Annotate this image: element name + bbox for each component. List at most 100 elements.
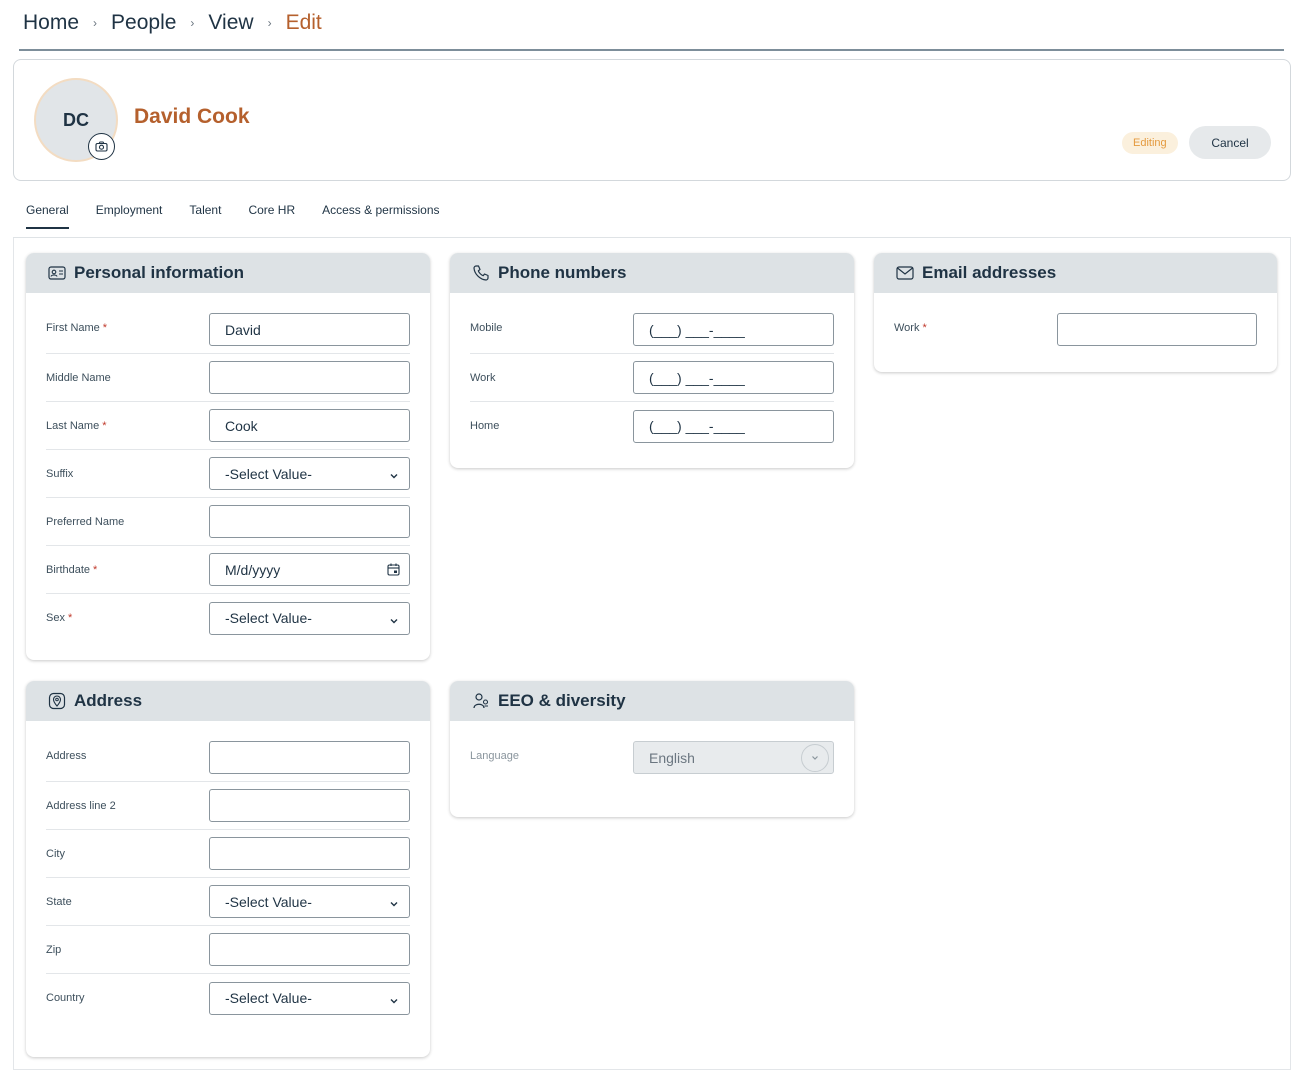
- panel-title: Address: [74, 691, 143, 710]
- birthdate-label: Birthdate: [46, 563, 91, 576]
- panel-title: Email addresses: [922, 263, 1057, 282]
- preferred-name-input[interactable]: [209, 505, 410, 538]
- work-phone-input[interactable]: (___) ___-____: [633, 361, 834, 394]
- breadcrumb-current: Edit: [285, 11, 322, 34]
- tab-employment[interactable]: Employment: [96, 203, 163, 229]
- required-marker: *: [67, 612, 73, 624]
- form-row: Address line 2: [46, 782, 410, 830]
- sex-label: Sex: [46, 612, 65, 624]
- last-name-input[interactable]: Cook: [209, 409, 410, 442]
- person-name: David Cook: [134, 105, 250, 128]
- select-value: English: [649, 749, 695, 766]
- form-row: State -Select Value-: [46, 878, 410, 926]
- zip-label: Zip: [46, 943, 62, 956]
- camera-icon: [95, 141, 108, 152]
- breadcrumb-home[interactable]: Home: [23, 11, 79, 35]
- tab-core-hr[interactable]: Core HR: [248, 203, 295, 229]
- first-name-input[interactable]: David: [209, 313, 410, 346]
- breadcrumb-separator: ›: [190, 16, 195, 30]
- form-row: Work *: [894, 313, 1257, 354]
- calendar-icon[interactable]: [387, 563, 400, 579]
- breadcrumb-people[interactable]: People: [111, 11, 176, 35]
- language-select: English: [633, 741, 834, 774]
- phone-icon: [471, 263, 491, 283]
- panel-header: Email addresses: [874, 253, 1277, 293]
- birthdate-input[interactable]: M/d/yyyy: [209, 553, 410, 586]
- field-label: Last Name *: [46, 420, 209, 432]
- breadcrumb-separator: ›: [93, 16, 98, 30]
- panel-header: EEO & diversity: [450, 681, 854, 721]
- tab-access-permissions[interactable]: Access & permissions: [322, 203, 439, 229]
- select-value: -Select Value-: [225, 990, 312, 1006]
- chevron-down-icon: [801, 744, 829, 772]
- work-email-input[interactable]: [1057, 313, 1257, 346]
- status-badge: Editing: [1122, 132, 1178, 154]
- profile-header: DC David Cook Editing Cancel: [13, 59, 1291, 181]
- chevron-down-icon: [389, 896, 399, 912]
- email-addresses-panel: Email addresses Work *: [874, 253, 1277, 372]
- cancel-button[interactable]: Cancel: [1189, 126, 1271, 159]
- mobile-phone-input[interactable]: (___) ___-____: [633, 313, 834, 346]
- form-row: Middle Name: [46, 354, 410, 402]
- state-select[interactable]: -Select Value-: [209, 885, 410, 918]
- form-row: Preferred Name: [46, 498, 410, 546]
- avatar-initials: DC: [63, 109, 89, 130]
- home-phone-input[interactable]: (___) ___-____: [633, 409, 834, 443]
- map-pin-icon: [47, 691, 67, 711]
- breadcrumb-separator: ›: [267, 16, 272, 30]
- form-row: Home (___) ___-____: [470, 402, 834, 450]
- form-row: Country -Select Value-: [46, 974, 410, 1022]
- field-label: Sex *: [46, 612, 209, 624]
- form-row: Address: [46, 741, 410, 782]
- address-line-2-label: Address line 2: [46, 799, 116, 812]
- chevron-down-icon: [389, 993, 399, 1009]
- select-value: -Select Value-: [225, 893, 312, 910]
- address-line-2-input[interactable]: [209, 789, 410, 822]
- form-row: Last Name * Cook: [46, 402, 410, 450]
- tab-bar: General Employment Talent Core HR Access…: [26, 203, 467, 229]
- form-row: Suffix -Select Value-: [46, 450, 410, 498]
- form-row: Birthdate * M/d/yyyy: [46, 546, 410, 594]
- work-email-label: Work: [894, 322, 920, 334]
- last-name-label: Last Name: [46, 419, 100, 432]
- form-row: First Name * David: [46, 313, 410, 354]
- envelope-icon: [895, 263, 915, 283]
- language-label: Language: [470, 750, 519, 762]
- field-label: Birthdate *: [46, 564, 209, 576]
- preferred-name-label: Preferred Name: [46, 515, 125, 528]
- change-photo-button[interactable]: [88, 133, 115, 160]
- city-label: City: [46, 847, 65, 860]
- form-row: Mobile (___) ___-____: [470, 313, 834, 354]
- form-row: Language English: [470, 741, 834, 782]
- form-row: Work (___) ___-____: [470, 354, 834, 402]
- phone-numbers-panel: Phone numbers Mobile (___) ___-____ Work…: [450, 253, 854, 468]
- address-label: Address: [46, 750, 87, 762]
- country-select[interactable]: -Select Value-: [209, 981, 410, 1015]
- middle-name-input[interactable]: [209, 361, 410, 394]
- required-marker: *: [93, 563, 98, 576]
- required-marker: *: [102, 322, 108, 334]
- panel-title: EEO & diversity: [498, 691, 626, 710]
- home-phone-label: Home: [470, 420, 500, 432]
- required-marker: *: [102, 419, 107, 432]
- tab-general[interactable]: General: [26, 203, 69, 229]
- panel-header: Personal information: [26, 253, 430, 293]
- chevron-down-icon: [389, 468, 399, 484]
- country-label: Country: [46, 992, 85, 1004]
- suffix-select[interactable]: -Select Value-: [209, 457, 410, 490]
- mobile-phone-label: Mobile: [470, 322, 503, 334]
- tab-talent[interactable]: Talent: [189, 203, 221, 229]
- address-input[interactable]: [209, 741, 410, 774]
- first-name-label: First Name: [46, 322, 100, 334]
- city-input[interactable]: [209, 837, 410, 870]
- breadcrumb-view[interactable]: View: [208, 11, 253, 35]
- panel-title: Personal information: [74, 263, 245, 282]
- breadcrumb-divider: [19, 49, 1284, 51]
- panel-title: Phone numbers: [498, 263, 627, 282]
- chevron-down-icon: [389, 613, 399, 629]
- state-label: State: [46, 895, 72, 908]
- date-placeholder: M/d/yyyy: [225, 561, 281, 578]
- people-icon: [471, 691, 491, 711]
- zip-input[interactable]: [209, 933, 410, 966]
- sex-select[interactable]: -Select Value-: [209, 601, 410, 635]
